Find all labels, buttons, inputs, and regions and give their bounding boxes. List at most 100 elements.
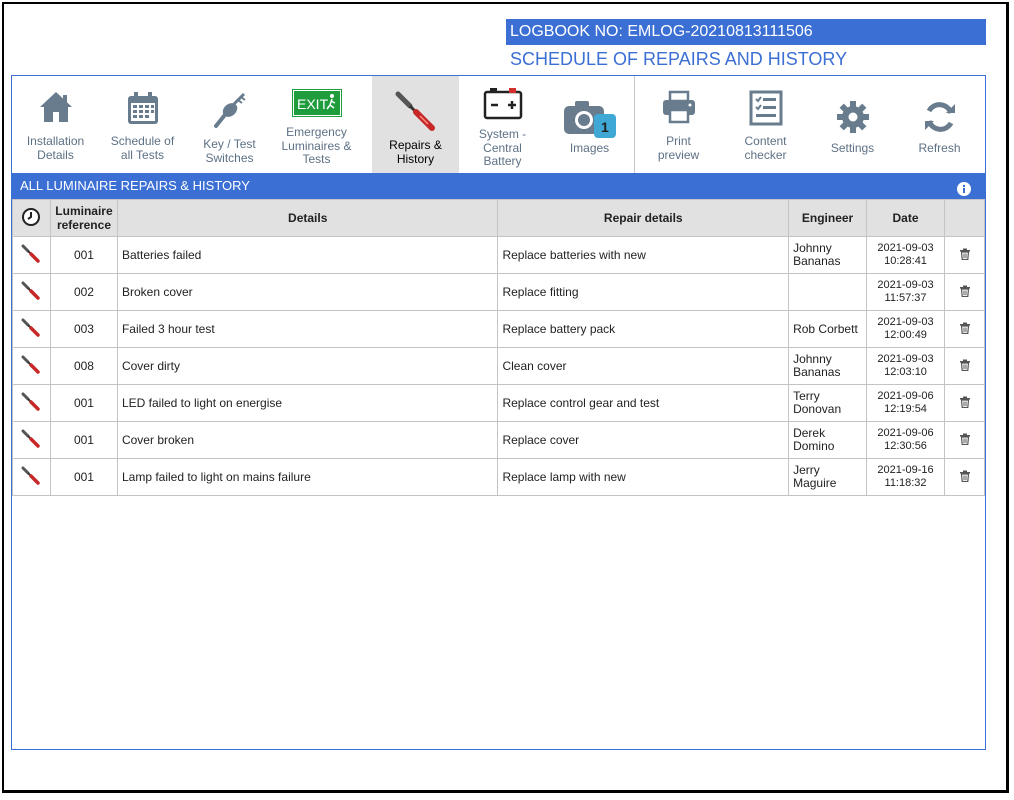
- screwdriver-icon: [12, 310, 51, 348]
- calendar-icon: [99, 90, 186, 130]
- engineer-name: [788, 273, 868, 311]
- toolbar: Installation Details Schedule of all Tests…: [12, 76, 985, 173]
- engineer-name: Terry Donovan: [788, 384, 868, 422]
- screwdriver-icon: [372, 90, 459, 131]
- table-row[interactable]: 008 Cover dirty Clean cover Johnny Bananas 20…: [12, 347, 985, 385]
- luminaire-ref: 008: [49, 347, 118, 385]
- exit-sign-icon: EXIT: [273, 89, 360, 129]
- table-row[interactable]: 001 Cover broken Replace cover Derek Domino 2…: [12, 421, 985, 459]
- delete-icon[interactable]: [944, 236, 985, 274]
- tool-label: Images: [569, 141, 610, 155]
- repair-date: 2021-09-03 10:28:41: [866, 236, 945, 274]
- tool-label: Switches: [205, 150, 254, 165]
- tool-label: Key / Test: [203, 137, 256, 151]
- screwdriver-icon: [12, 236, 51, 274]
- refresh-icon: [896, 100, 983, 140]
- tool-label: Refresh: [918, 141, 961, 155]
- delete-icon[interactable]: [944, 347, 985, 385]
- table-row[interactable]: 002 Broken cover Replace fitting 2021-09-03…: [12, 273, 985, 311]
- table-row[interactable]: 001 Batteries failed Replace batteries wit…: [12, 236, 985, 274]
- engineer-name: Rob Corbett: [788, 310, 868, 348]
- tool-label: Battery: [483, 154, 522, 168]
- clock-icon: [12, 199, 51, 237]
- tool-label: Details: [37, 147, 74, 162]
- repair-detail-text: Cover broken: [116, 421, 499, 459]
- luminaire-ref: 002: [49, 273, 118, 311]
- tool-label: Repairs &: [389, 138, 442, 152]
- delete-icon[interactable]: [944, 421, 985, 459]
- delete-icon[interactable]: [944, 384, 985, 422]
- repair-detail-text: Cover dirty: [116, 347, 499, 385]
- delete-icon[interactable]: [944, 310, 985, 348]
- tool-label: Content: [744, 134, 787, 148]
- column-header-actions: [944, 199, 985, 237]
- luminaire-ref: 001: [49, 421, 118, 459]
- logbook-number: LOGBOOK NO: EMLOG-20210813111506: [506, 19, 986, 45]
- images-count-badge: 1: [601, 119, 609, 135]
- tool-label: Schedule of: [110, 134, 175, 148]
- toolbar-settings[interactable]: Settings: [809, 76, 896, 173]
- engineer-name: Jerry Maguire: [788, 458, 868, 496]
- luminaire-ref: 003: [49, 310, 118, 348]
- printer-icon: [635, 90, 722, 130]
- exit-sign-text: EXIT: [297, 96, 329, 112]
- column-header-engineer: Engineer: [788, 199, 868, 237]
- repair-action-text: Clean cover: [497, 347, 790, 385]
- screwdriver-icon: [12, 384, 51, 422]
- tool-label: checker: [744, 147, 787, 162]
- toolbar-refresh[interactable]: Refresh: [896, 76, 983, 173]
- section-header: ALL LUMINAIRE REPAIRS & HISTORY: [12, 173, 985, 199]
- page-title: SCHEDULE OF REPAIRS AND HISTORY: [510, 49, 848, 69]
- engineer-name: Johnny Bananas: [788, 347, 868, 385]
- repair-detail-text: Batteries failed: [116, 236, 499, 274]
- screwdriver-icon: [12, 421, 51, 459]
- toolbar-emergency-luminaires[interactable]: EXIT Emergency Luminaires & Tests: [273, 76, 360, 173]
- screwdriver-icon: [12, 347, 51, 385]
- repair-detail-text: LED failed to light on energise: [116, 384, 499, 422]
- toolbar-images[interactable]: 1 Images: [546, 76, 633, 173]
- table-header-row: Luminaire reference Details Repair detail…: [12, 199, 985, 237]
- engineer-name: Derek Domino: [788, 421, 868, 459]
- repair-date: 2021-09-03 12:03:10: [866, 347, 945, 385]
- camera-icon: 1: [546, 98, 633, 138]
- luminaire-ref: 001: [49, 458, 118, 496]
- toolbar-key-test-switches[interactable]: Key / Test Switches: [186, 76, 273, 173]
- luminaire-ref: 001: [49, 236, 118, 274]
- repair-action-text: Replace lamp with new: [497, 458, 790, 496]
- toolbar-installation-details[interactable]: Installation Details: [12, 76, 99, 173]
- tool-label: preview: [657, 147, 700, 162]
- repair-action-text: Replace battery pack: [497, 310, 790, 348]
- tool-label: Central: [483, 140, 522, 155]
- screwdriver-icon: [12, 273, 51, 311]
- table-row[interactable]: 001 LED failed to light on energise Replac…: [12, 384, 985, 422]
- repair-date: 2021-09-03 12:00:49: [866, 310, 945, 348]
- repair-action-text: Replace batteries with new: [497, 236, 790, 274]
- toolbar-content-checker[interactable]: Content checker: [722, 76, 809, 173]
- toolbar-schedule-tests[interactable]: Schedule of all Tests: [99, 76, 186, 173]
- table-row[interactable]: 003 Failed 3 hour test Replace battery pac…: [12, 310, 985, 348]
- repair-detail-text: Failed 3 hour test: [116, 310, 499, 348]
- tool-label: Settings: [830, 141, 875, 155]
- info-icon[interactable]: [957, 179, 971, 196]
- home-icon: [12, 90, 99, 130]
- tool-label: Emergency: [286, 125, 347, 139]
- repair-date: 2021-09-16 11:18:32: [866, 458, 945, 496]
- tool-label: System -: [478, 127, 527, 141]
- tool-label: all Tests: [120, 147, 165, 162]
- column-header-details: Details: [116, 199, 499, 237]
- repair-detail-text: Broken cover: [116, 273, 499, 311]
- column-header-repair-details: Repair details: [497, 199, 790, 237]
- toolbar-system-central-battery[interactable]: System - Central Battery: [459, 76, 546, 173]
- delete-icon[interactable]: [944, 458, 985, 496]
- checklist-icon: [722, 90, 809, 130]
- table-row[interactable]: 001 Lamp failed to light on mains failure…: [12, 458, 985, 496]
- delete-icon[interactable]: [944, 273, 985, 311]
- repairs-table: Luminaire reference Details Repair detail…: [12, 199, 985, 496]
- toolbar-repairs-history[interactable]: Repairs & History: [372, 76, 459, 173]
- toolbar-print-preview[interactable]: Print preview: [635, 76, 722, 173]
- main-panel: Installation Details Schedule of all Tests…: [11, 75, 986, 750]
- repair-action-text: Replace control gear and test: [497, 384, 790, 422]
- column-header-luminaire-reference: Luminaire reference: [49, 199, 118, 237]
- tool-label: Print: [666, 134, 691, 148]
- key-switch-icon: [186, 90, 273, 130]
